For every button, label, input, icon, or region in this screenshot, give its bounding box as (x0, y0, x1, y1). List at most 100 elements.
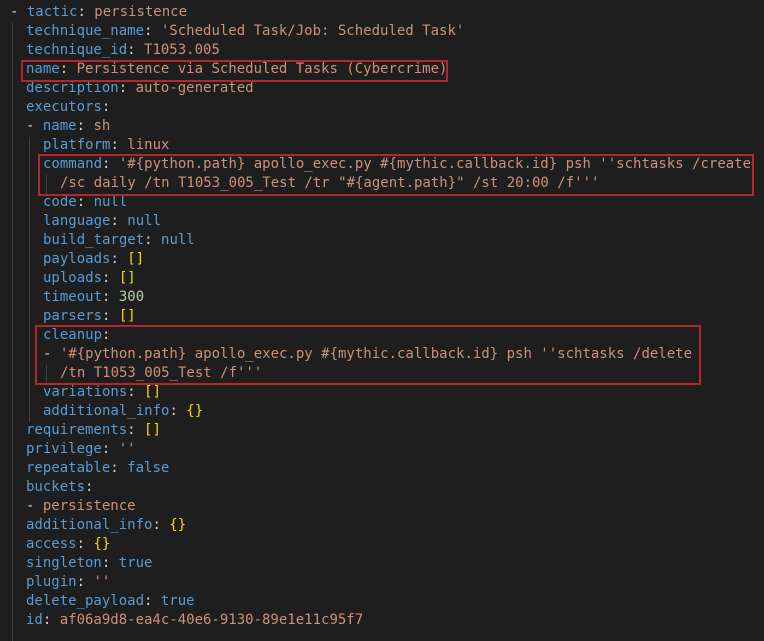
yaml-value: 'Scheduled Task/Job: Scheduled Task' (160, 23, 465, 39)
yaml-value: persistence (94, 4, 188, 20)
yaml-punctuation: : (76, 118, 94, 134)
yaml-punctuation: : (169, 403, 187, 419)
code-line[interactable]: language: null (43, 212, 161, 231)
yaml-bracket: [] (144, 384, 162, 400)
yaml-key: true (160, 593, 195, 609)
yaml-key: additional_info (26, 517, 153, 533)
yaml-punctuation: : (102, 308, 119, 324)
code-line[interactable]: timeout: 300 (43, 288, 144, 307)
yaml-punctuation: : (76, 574, 94, 590)
yaml-key: build_target (43, 232, 145, 248)
yaml-value: '' (93, 574, 111, 590)
yaml-key: false (127, 460, 170, 476)
yaml-punctuation: - (10, 4, 27, 20)
code-line[interactable]: delete_payload: true (26, 592, 195, 611)
yaml-punctuation: : (101, 441, 119, 457)
yaml-key: additional_info (43, 403, 170, 419)
code-line[interactable]: build_target: null (43, 231, 195, 250)
code-line[interactable]: id: af06a9d8-ea4c-40e6-9130-89e1e11c95f7 (26, 611, 363, 630)
yaml-punctuation: : (144, 232, 162, 248)
code-line[interactable]: payloads: [] (43, 250, 144, 269)
code-line[interactable]: additional_info: {} (43, 402, 203, 421)
code-line[interactable]: - tactic: persistence (10, 3, 187, 22)
yaml-key: privilege (26, 441, 102, 457)
yaml-bracket: {} (186, 403, 204, 419)
code-line[interactable]: access: {} (26, 535, 110, 554)
indent-guide-executor (29, 137, 30, 422)
yaml-key: null (127, 213, 162, 229)
yaml-key: technique_id (26, 42, 128, 58)
yaml-key: requirements (26, 422, 128, 438)
yaml-value: auto-generated (135, 80, 254, 96)
yaml-punctuation: : (118, 80, 136, 96)
yaml-key: id (26, 612, 43, 628)
yaml-key: language (43, 213, 111, 229)
yaml-number: 300 (118, 289, 145, 305)
code-line[interactable]: executors: (26, 98, 110, 117)
yaml-punctuation: : (77, 4, 95, 20)
code-line[interactable]: - name: sh (26, 117, 110, 136)
code-line[interactable]: - persistence (26, 497, 136, 516)
code-line[interactable]: buckets: (26, 478, 93, 497)
yaml-value: persistence (42, 498, 136, 514)
code-line[interactable]: privilege: '' (26, 440, 136, 459)
indent-guide-root (12, 23, 13, 641)
yaml-punctuation: : (110, 251, 128, 267)
yaml-key: uploads (43, 270, 103, 286)
code-line[interactable]: repeatable: false (26, 459, 169, 478)
yaml-key: description (26, 80, 119, 96)
yaml-punctuation: : (102, 289, 119, 305)
yaml-bracket: {} (169, 517, 187, 533)
yaml-key: variations (43, 384, 128, 400)
yaml-bracket: [] (118, 308, 136, 324)
yaml-punctuation: : (76, 194, 94, 210)
yaml-punctuation: : (127, 422, 145, 438)
yaml-key: tactic (26, 4, 78, 20)
code-line[interactable]: singleton: true (26, 554, 152, 573)
yaml-punctuation: : (76, 536, 94, 552)
yaml-key: null (161, 232, 195, 248)
yaml-key: repeatable (26, 460, 111, 476)
code-line[interactable]: parsers: [] (43, 307, 136, 326)
code-line[interactable]: additional_info: {} (26, 516, 186, 535)
yaml-value: '' (118, 441, 136, 457)
yaml-punctuation: : (42, 612, 60, 628)
yaml-punctuation: : (102, 270, 119, 286)
yaml-key: singleton (26, 555, 102, 571)
yaml-punctuation: : (110, 137, 128, 153)
code-line[interactable]: uploads: [] (43, 269, 136, 288)
yaml-punctuation: : (127, 384, 145, 400)
code-line[interactable]: plugin: '' (26, 573, 110, 592)
highlight-box-cleanup (35, 325, 701, 385)
yaml-value: T1053.005 (144, 42, 220, 58)
highlight-box-name (21, 60, 448, 82)
yaml-bracket: {} (93, 536, 111, 552)
yaml-punctuation: : (101, 99, 111, 115)
yaml-value: af06a9d8-ea4c-40e6-9130-89e1e11c95f7 (59, 612, 364, 628)
yaml-key: true (118, 555, 153, 571)
yaml-key: platform (43, 137, 111, 153)
yaml-punctuation: : (110, 460, 128, 476)
yaml-punctuation: : (144, 593, 161, 609)
code-line[interactable]: platform: linux (43, 136, 169, 155)
yaml-key: code (43, 194, 77, 210)
highlight-box-command (38, 154, 754, 196)
code-line[interactable]: requirements: [] (26, 421, 161, 440)
code-line[interactable]: technique_id: T1053.005 (26, 41, 220, 60)
yaml-punctuation: : (110, 213, 128, 229)
yaml-value: sh (93, 118, 111, 134)
yaml-key: access (26, 536, 77, 552)
yaml-key: timeout (43, 289, 103, 305)
yaml-bracket: [] (144, 422, 161, 438)
yaml-bracket: [] (118, 270, 136, 286)
yaml-bracket: [] (127, 251, 145, 267)
yaml-punctuation: : (127, 42, 145, 58)
yaml-punctuation: : (85, 479, 94, 495)
code-line[interactable]: variations: [] (43, 383, 161, 402)
yaml-punctuation: : (152, 517, 170, 533)
yaml-punctuation: : (144, 23, 161, 39)
yaml-key: parsers (43, 308, 103, 324)
yaml-editor[interactable]: - tactic: persistence technique_name: 'Sc… (0, 0, 764, 641)
code-line[interactable]: technique_name: 'Scheduled Task/Job: Sch… (26, 22, 464, 41)
yaml-key: payloads (43, 251, 111, 267)
